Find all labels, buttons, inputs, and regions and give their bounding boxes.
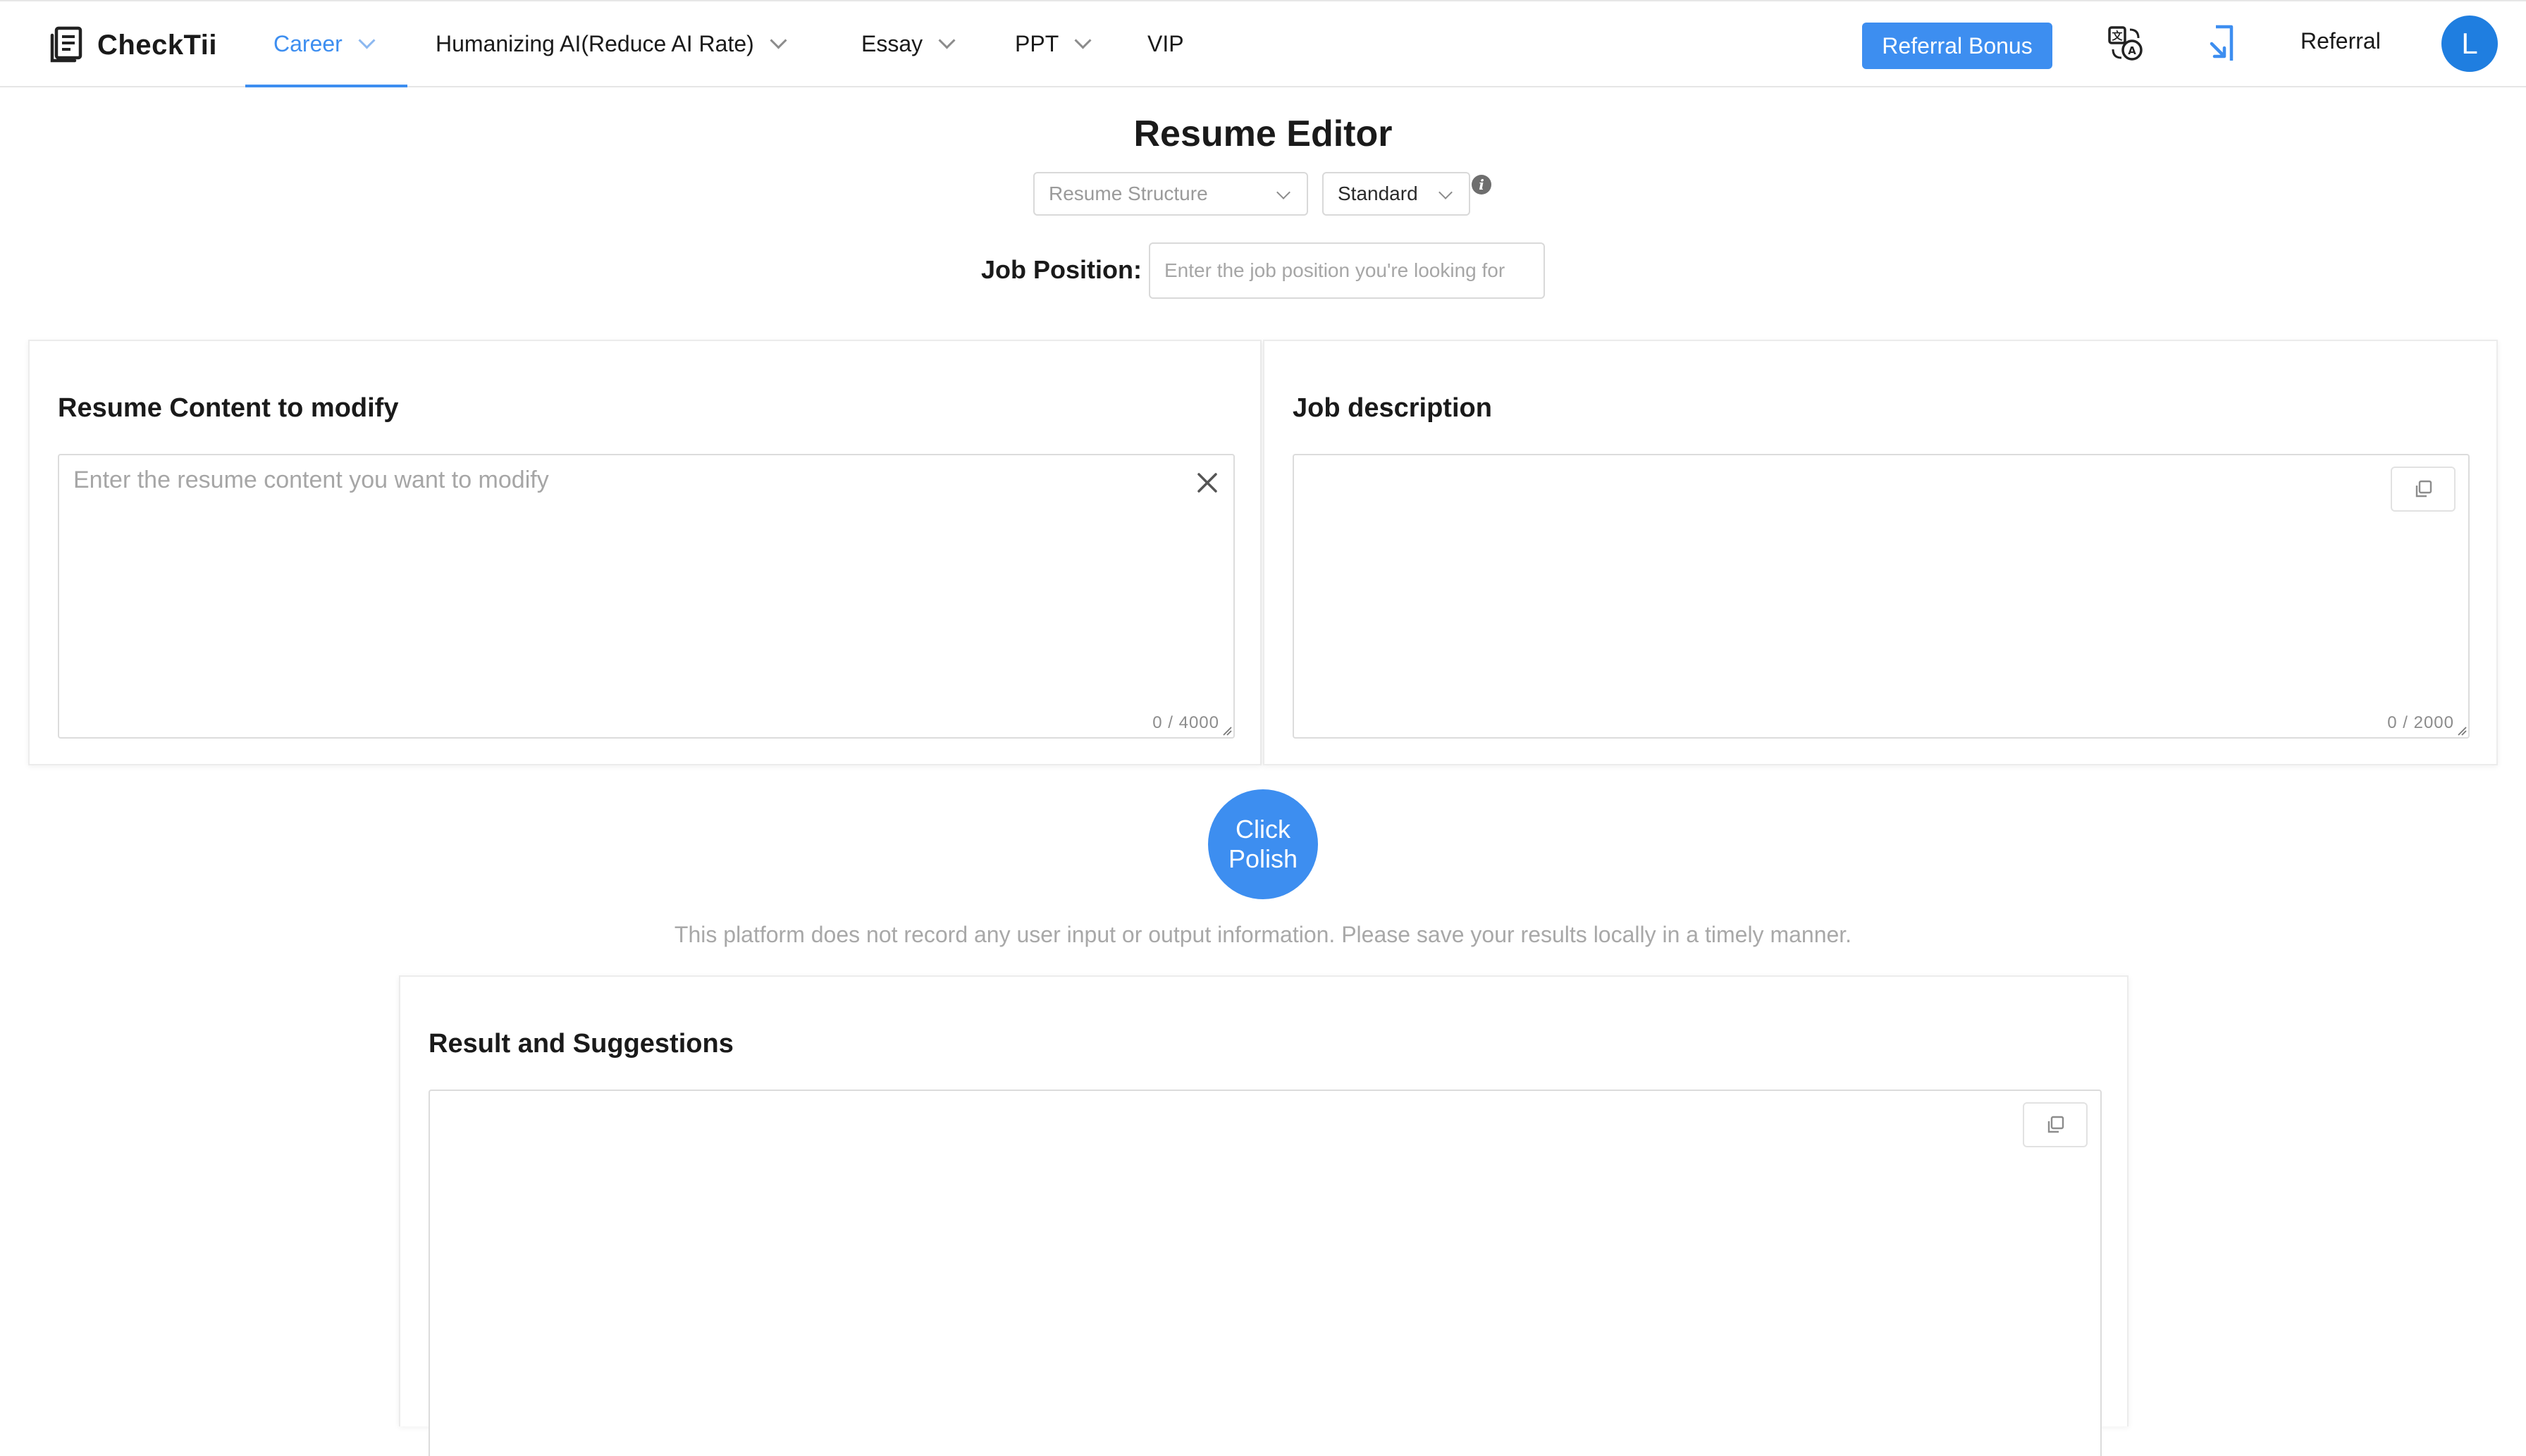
result-textarea[interactable] — [429, 1090, 2102, 1456]
resume-content-card: Resume Content to modify Enter the resum… — [28, 340, 1262, 765]
brand-logo[interactable]: CheckTii — [48, 25, 217, 65]
resume-content-title: Resume Content to modify — [58, 393, 399, 423]
copy-icon — [2415, 480, 2432, 498]
result-card: Result and Suggestions — [399, 975, 2128, 1456]
job-description-card: Job description 0 / 2000 — [1263, 340, 2498, 765]
user-avatar[interactable]: L — [2441, 16, 2498, 72]
polish-button-line1: Click — [1236, 815, 1290, 844]
nav-essay-label: Essay — [861, 30, 923, 56]
job-description-textarea[interactable]: 0 / 2000 — [1293, 454, 2470, 739]
info-icon[interactable]: i — [1472, 175, 1491, 195]
job-description-title: Job description — [1293, 393, 1492, 423]
close-icon[interactable] — [1195, 471, 1219, 495]
chevron-down-icon — [938, 31, 956, 49]
brand-name: CheckTii — [97, 29, 217, 61]
copy-button[interactable] — [2391, 467, 2456, 512]
chevron-down-icon — [1438, 185, 1453, 199]
nav-career-label: Career — [273, 30, 343, 56]
page-title: Resume Editor — [1133, 113, 1393, 154]
nav-ppt[interactable]: PPT — [1015, 1, 1092, 86]
resume-content-placeholder: Enter the resume content you want to mod… — [73, 467, 549, 493]
nav-career[interactable]: Career — [273, 1, 376, 86]
chevron-down-icon — [770, 31, 787, 49]
top-navbar: CheckTii Career Humanizing AI(Reduce AI … — [0, 0, 2526, 87]
style-select-value: Standard — [1338, 183, 1418, 204]
nav-vip[interactable]: VIP — [1147, 1, 1184, 86]
nav-humanizing-ai[interactable]: Humanizing AI(Reduce AI Rate) — [436, 1, 787, 86]
translate-icon[interactable]: 文 A — [2106, 23, 2145, 65]
chevron-down-icon — [1276, 185, 1290, 199]
copy-icon — [2047, 1116, 2064, 1133]
share-exit-icon[interactable] — [2202, 23, 2241, 65]
copy-button[interactable] — [2023, 1102, 2088, 1147]
chevron-down-icon — [1074, 31, 1092, 49]
click-polish-button[interactable]: Click Polish — [1208, 789, 1318, 899]
style-select[interactable]: Standard — [1322, 172, 1470, 216]
resume-structure-select[interactable]: Resume Structure — [1033, 172, 1308, 216]
job-position-input[interactable] — [1149, 242, 1545, 299]
svg-text:A: A — [2128, 44, 2136, 57]
result-title: Result and Suggestions — [429, 1029, 734, 1059]
resize-grip-icon[interactable] — [2457, 726, 2467, 736]
polish-button-line2: Polish — [1228, 844, 1298, 873]
nav-ppt-label: PPT — [1015, 30, 1059, 56]
nav-vip-label: VIP — [1147, 30, 1184, 56]
resume-char-counter: 0 / 4000 — [1152, 713, 1219, 732]
resume-structure-select-value: Resume Structure — [1049, 183, 1208, 204]
referral-bonus-button[interactable]: Referral Bonus — [1862, 23, 2052, 69]
nav-humanizing-ai-label: Humanizing AI(Reduce AI Rate) — [436, 30, 754, 56]
privacy-disclaimer: This platform does not record any user i… — [674, 922, 1852, 947]
nav-essay[interactable]: Essay — [861, 1, 956, 86]
referral-link[interactable]: Referral — [2300, 28, 2381, 54]
svg-text:文: 文 — [2112, 30, 2123, 42]
job-description-char-counter: 0 / 2000 — [2387, 713, 2454, 732]
chevron-down-icon — [358, 31, 376, 49]
nav-active-indicator — [245, 85, 407, 87]
book-logo-icon — [50, 26, 82, 63]
job-position-label: Job Position: — [981, 255, 1142, 284]
resize-grip-icon[interactable] — [1222, 726, 1232, 736]
resume-content-textarea[interactable]: Enter the resume content you want to mod… — [58, 454, 1235, 739]
